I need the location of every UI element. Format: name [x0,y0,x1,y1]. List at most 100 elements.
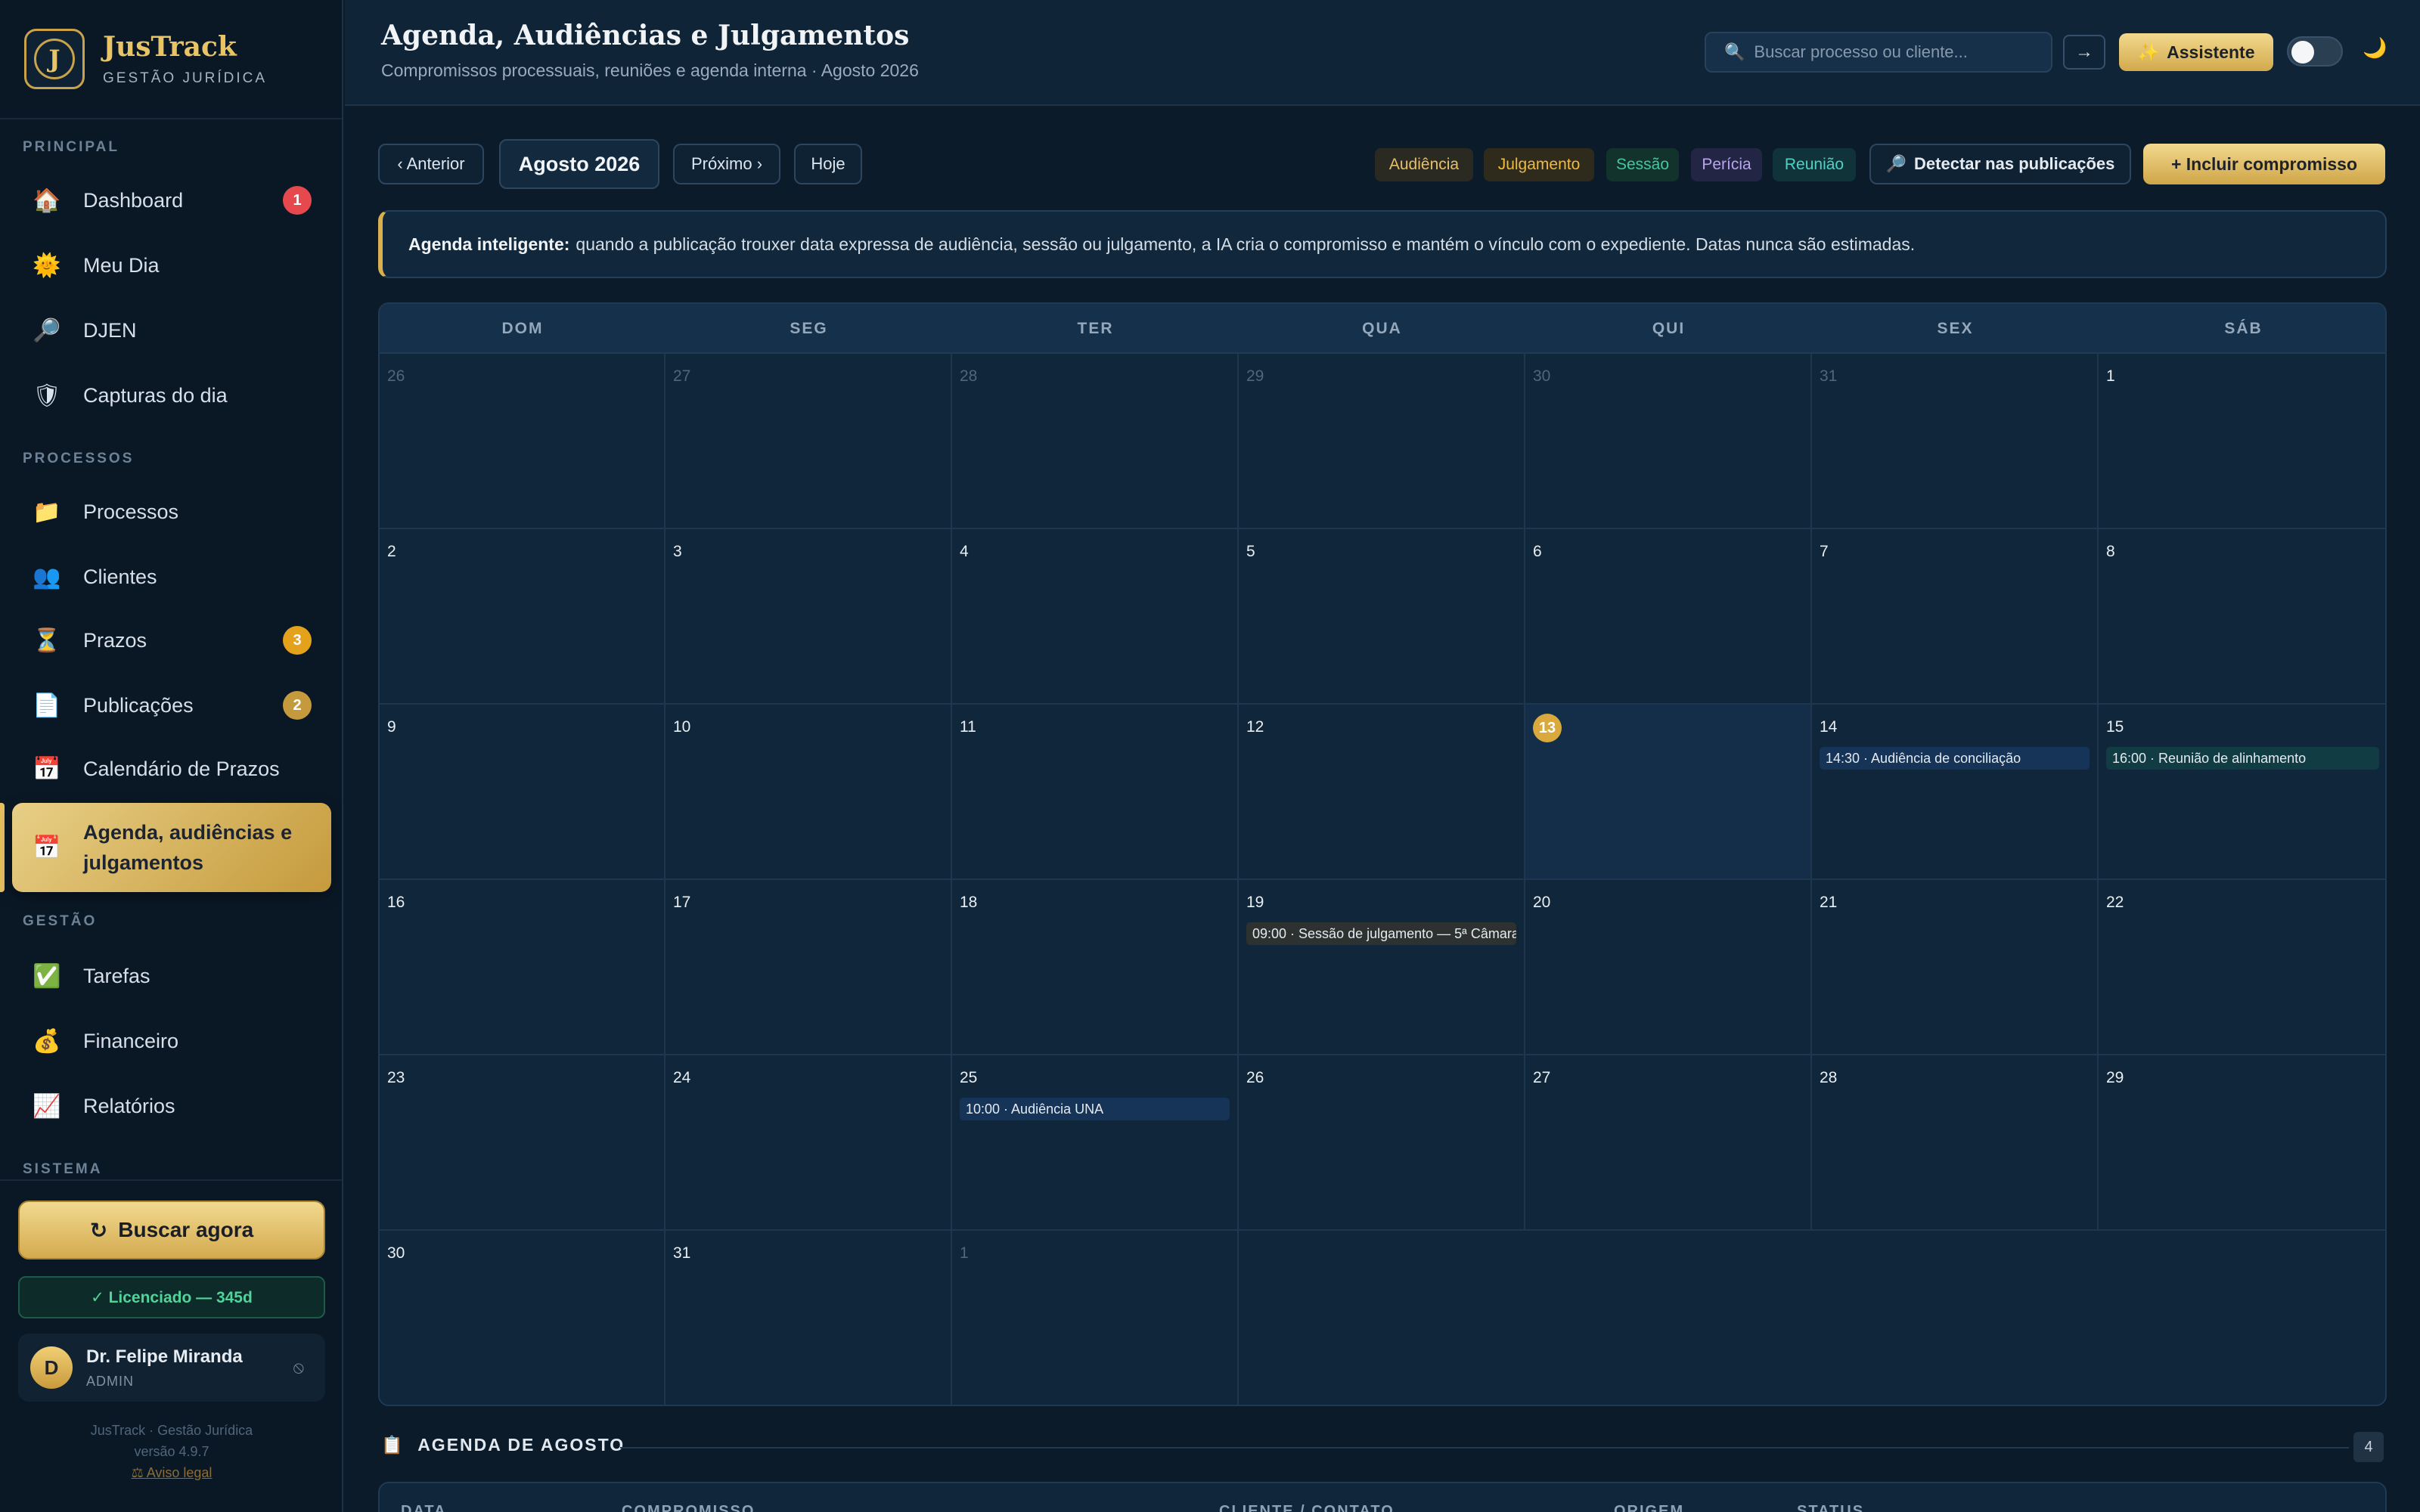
calendar-icon: 📅 [33,756,61,782]
calendar-day[interactable]: 27 [666,354,952,529]
calendar-day[interactable]: 22 [2099,880,2385,1055]
tag-reuniao[interactable]: Reunião [1773,148,1856,181]
calendar-day[interactable]: 23 [380,1055,666,1231]
calendar-day[interactable]: 16 [380,880,666,1055]
calendar-day[interactable]: 31 [666,1231,952,1405]
brand-subtitle: GESTÃO JURÍDICA [103,70,268,86]
calendar-day-today[interactable]: 13 [1525,705,1812,880]
calendar-day[interactable]: 25 10:00 · Audiência UNA [952,1055,1239,1231]
calendar-day[interactable]: 21 [1812,880,2099,1055]
calendar-day[interactable]: 28 [952,354,1239,529]
calendar-day[interactable]: 12 [1239,705,1525,880]
calendar-day[interactable]: 6 [1525,529,1812,705]
tag-pericia[interactable]: Perícia [1691,148,1762,181]
day-number: 27 [673,367,691,385]
search-input[interactable]: 🔍 Buscar processo ou cliente... [1705,32,2052,73]
day-number: 17 [673,894,691,911]
calendar-day[interactable]: 10 [666,705,952,880]
weekday-label: QUI [1652,320,1686,337]
sidebar-item-djen[interactable]: 🔎 DJEN [12,304,331,357]
checkbox-icon: ✅ [33,963,61,989]
sidebar-item-processos[interactable]: 📁 Processos [12,485,331,538]
sidebar-item-publicacoes[interactable]: 📄 Publicações 2 [12,679,331,732]
sidebar-item-meu-dia[interactable]: 🌞 Meu Dia [12,239,331,292]
tag-sessao[interactable]: Sessão [1606,148,1679,181]
sidebar-item-agenda[interactable]: 📅 Agenda, audiências e julgamentos [12,803,331,892]
calendar-day[interactable]: 18 [952,880,1239,1055]
calendar-day[interactable]: 4 [952,529,1239,705]
calendar-day[interactable]: 15 16:00 · Reunião de alinhamento [2099,705,2385,880]
sidebar-item-capturas[interactable]: 🛡 Capturas do dia [12,369,331,422]
sidebar-item-dashboard[interactable]: 🏠 Dashboard 1 [12,174,331,227]
calendar-day[interactable]: 1 [952,1231,1239,1405]
sidebar-item-label: DJEN [83,318,137,342]
sidebar-item-label: Capturas do dia [83,383,228,407]
theme-toggle[interactable] [2287,36,2343,67]
sidebar-item-label: Relatórios [83,1094,175,1117]
sidebar-item-prazos[interactable]: ⏳ Prazos 3 [12,614,331,667]
calendar-day[interactable]: 30 [380,1231,666,1405]
weekday-label: SEX [1937,320,1974,337]
calendar-event[interactable]: 10:00 · Audiência UNA [960,1098,1230,1120]
calendar-day[interactable]: 17 [666,880,952,1055]
calendar-day[interactable]: 3 [666,529,952,705]
logout-icon[interactable]: ⦸ [293,1358,304,1377]
calendar-day[interactable]: 1 [2099,354,2385,529]
section-gestao: GESTÃO [23,913,98,929]
next-month-button[interactable]: Próximo › [673,144,780,184]
search-go-button[interactable]: → [2063,35,2105,70]
calendar-event[interactable]: 16:00 · Reunião de alinhamento [2106,747,2379,770]
calendar-day[interactable]: 24 [666,1055,952,1231]
buscar-agora-button[interactable]: ↻ Buscar agora [18,1201,325,1259]
section-divider [620,1447,2349,1448]
sparkle-icon: ✨ [2137,42,2160,62]
search-icon: 🔍 [1724,42,1745,61]
sidebar-item-relatorios[interactable]: 📈 Relatórios [12,1080,331,1132]
user-card[interactable]: D Dr. Felipe Miranda ADMIN ⦸ [18,1334,325,1402]
sidebar-item-calendario-prazos[interactable]: 📅 Calendário de Prazos [12,742,331,795]
previous-month-button[interactable]: ‹ Anterior [378,144,484,184]
calendar-day[interactable]: 9 [380,705,666,880]
sidebar-item-financeiro[interactable]: 💰 Financeiro [12,1015,331,1067]
weekday-label: DOM [501,320,544,337]
calendar-day[interactable]: 30 [1525,354,1812,529]
calendar-day[interactable]: 27 [1525,1055,1812,1231]
calendar-day[interactable]: 31 [1812,354,2099,529]
calendar-day[interactable]: 2 [380,529,666,705]
tag-audiencia[interactable]: Audiência [1375,148,1473,181]
calendar-day[interactable]: 20 [1525,880,1812,1055]
sidebar-item-clientes[interactable]: 👥 Clientes [12,550,331,603]
sidebar-item-label: Meu Dia [83,253,160,277]
current-month-label[interactable]: Agosto 2026 [499,139,659,189]
calendar-day[interactable]: 14 14:30 · Audiência de conciliação [1812,705,2099,880]
detect-publications-button[interactable]: 🔎 Detectar nas publicações [1869,144,2131,184]
calendar-day[interactable]: 19 09:00 · Sessão de julgamento — 5ª Câma… [1239,880,1525,1055]
day-number: 28 [1820,1069,1838,1086]
calendar-day[interactable]: 29 [2099,1055,2385,1231]
sidebar-item-tarefas[interactable]: ✅ Tarefas [12,950,331,1002]
calendar-event[interactable]: 14:30 · Audiência de conciliação [1820,747,2090,770]
day-number: 10 [673,718,691,736]
sidebar-bottom: ↻ Buscar agora ✓ Licenciado — 345d D Dr.… [0,1179,342,1512]
add-appointment-button[interactable]: + Incluir compromisso [2143,144,2385,184]
calendar-day[interactable]: 28 [1812,1055,2099,1231]
legal-link[interactable]: ⚖ Aviso legal [0,1465,342,1481]
assistant-button[interactable]: ✨ Assistente [2119,33,2273,71]
section-processos: PROCESSOS [23,451,135,466]
day-number: 1 [2106,367,2115,385]
calendar-day[interactable]: 29 [1239,354,1525,529]
tag-julgamento[interactable]: Julgamento [1484,148,1594,181]
calendar-day[interactable]: 5 [1239,529,1525,705]
shield-icon: 🛡 [32,383,62,408]
today-button[interactable]: Hoje [794,144,862,184]
day-number: 30 [1533,367,1551,385]
calendar-day[interactable]: 8 [2099,529,2385,705]
calendar-day[interactable]: 26 [380,354,666,529]
calendar-event[interactable]: 09:00 · Sessão de julgamento — 5ª Câmara [1246,922,1516,945]
user-name: Dr. Felipe Miranda [86,1346,243,1367]
calendar-day[interactable]: 26 [1239,1055,1525,1231]
banner-title: Agenda inteligente: [408,234,570,254]
calendar-day[interactable]: 11 [952,705,1239,880]
clipboard-icon: 📋 [381,1435,405,1455]
calendar-day[interactable]: 7 [1812,529,2099,705]
